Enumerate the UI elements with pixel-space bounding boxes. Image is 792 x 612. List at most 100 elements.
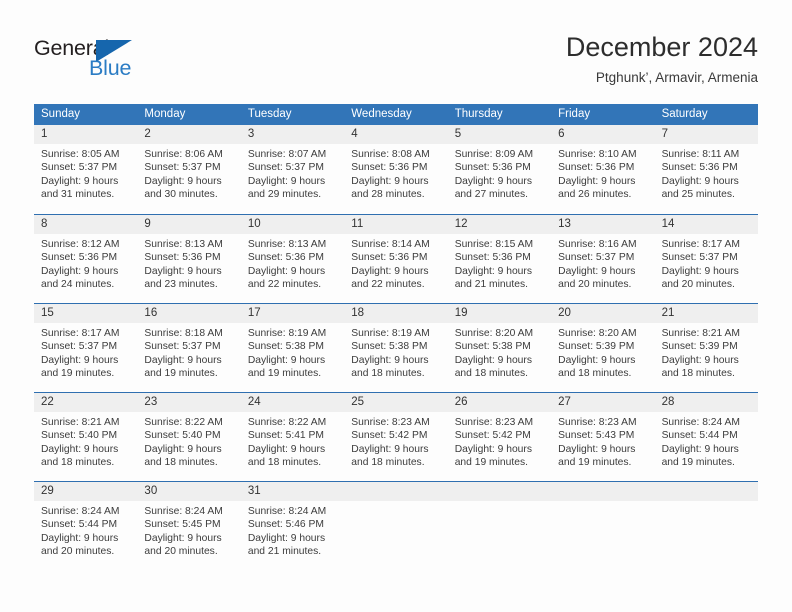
day-detail-line: and 24 minutes. xyxy=(41,279,115,291)
calendar-day-cell[interactable]: 5 Sunrise: 8:09 AM Sunset: 5:36 PM Daylight… xyxy=(447,125,552,214)
day-details: Sunrise: 8:24 AM Sunset: 5:45 PM Daylight:… xyxy=(137,501,240,559)
calendar-day-cell[interactable]: 17 Sunrise: 8:19 AM Sunset: 5:38 PM Dayligh… xyxy=(240,304,345,392)
calendar-day-cell[interactable]: 22 Sunrise: 8:21 AM Sunset: 5:40 PM Dayligh… xyxy=(34,393,138,481)
day-detail-line: Sunset: 5:44 PM xyxy=(41,519,118,531)
day-number: 4 xyxy=(351,128,358,140)
calendar-day-cell[interactable]: 29 Sunrise: 8:24 AM Sunset: 5:44 PM Dayligh… xyxy=(34,482,138,570)
day-detail-line: Daylight: 9 hours xyxy=(661,175,739,187)
calendar-day-cell[interactable]: 4 Sunrise: 8:08 AM Sunset: 5:36 PM Daylight… xyxy=(344,125,448,214)
day-number-band: 5 xyxy=(447,125,552,144)
day-detail-line: Sunrise: 8:24 AM xyxy=(41,506,120,517)
calendar-day-cell[interactable]: 12 Sunrise: 8:15 AM Sunset: 5:36 PM Dayligh… xyxy=(447,215,552,303)
calendar-day-cell[interactable]: 24 Sunrise: 8:22 AM Sunset: 5:41 PM Dayligh… xyxy=(240,393,345,481)
day-detail-line: Daylight: 9 hours xyxy=(144,443,222,455)
day-number-band: 14 xyxy=(654,215,758,234)
day-detail-line: Sunrise: 8:15 AM xyxy=(454,239,534,250)
day-details xyxy=(448,501,551,505)
day-detail-line: Daylight: 9 hours xyxy=(144,354,222,366)
day-number-band: 11 xyxy=(344,215,448,234)
calendar-day-cell[interactable]: 13 Sunrise: 8:16 AM Sunset: 5:37 PM Dayligh… xyxy=(551,215,655,303)
calendar-day-cell[interactable]: 11 Sunrise: 8:14 AM Sunset: 5:36 PM Dayligh… xyxy=(344,215,448,303)
day-detail-line: and 20 minutes. xyxy=(144,546,218,558)
calendar-day-cell[interactable]: 2 Sunrise: 8:06 AM Sunset: 5:37 PM Daylight… xyxy=(137,125,241,214)
day-detail-line: Daylight: 9 hours xyxy=(247,532,326,544)
calendar-day-cell[interactable]: 16 Sunrise: 8:18 AM Sunset: 5:37 PM Dayligh… xyxy=(137,304,241,392)
calendar-day-cell[interactable]: 31 Sunrise: 8:24 AM Sunset: 5:46 PM Dayligh… xyxy=(240,482,345,570)
day-number: 22 xyxy=(41,396,54,408)
day-details: Sunrise: 8:05 AM Sunset: 5:37 PM Daylight:… xyxy=(34,144,137,202)
calendar-day-cell[interactable]: 1 Sunrise: 8:05 AM Sunset: 5:37 PM Daylight… xyxy=(34,125,138,214)
day-details: Sunrise: 8:18 AM Sunset: 5:37 PM Daylight:… xyxy=(137,323,240,381)
calendar-day-cell[interactable]: 23 Sunrise: 8:22 AM Sunset: 5:40 PM Dayligh… xyxy=(137,393,241,481)
calendar-day-cell[interactable]: 28 Sunrise: 8:24 AM Sunset: 5:44 PM Dayligh… xyxy=(654,393,758,481)
day-detail-line: Sunset: 5:36 PM xyxy=(247,252,324,264)
calendar-day-cell[interactable]: 21 Sunrise: 8:21 AM Sunset: 5:39 PM Dayligh… xyxy=(654,304,758,392)
calendar-day-cell[interactable]: 9 Sunrise: 8:13 AM Sunset: 5:36 PM Daylight… xyxy=(137,215,241,303)
calendar-day-cell[interactable]: 19 Sunrise: 8:20 AM Sunset: 5:38 PM Dayligh… xyxy=(447,304,552,392)
calendar-weeks: 1 Sunrise: 8:05 AM Sunset: 5:37 PM Daylight… xyxy=(34,125,758,570)
day-detail-line: Sunset: 5:46 PM xyxy=(247,519,324,531)
page-title: December 2024 xyxy=(565,32,758,62)
day-detail-line: Sunrise: 8:19 AM xyxy=(351,328,430,339)
day-detail-line: Daylight: 9 hours xyxy=(247,265,326,277)
weekday-header-friday: Friday xyxy=(558,108,591,120)
day-detail-line: Sunset: 5:44 PM xyxy=(661,430,738,442)
calendar-day-cell[interactable]: 27 Sunrise: 8:23 AM Sunset: 5:43 PM Dayligh… xyxy=(551,393,655,481)
day-detail-line: Sunset: 5:36 PM xyxy=(558,162,635,174)
calendar-day-cell[interactable]: 25 Sunrise: 8:23 AM Sunset: 5:42 PM Dayligh… xyxy=(344,393,448,481)
day-number-band: 17 xyxy=(240,304,345,323)
day-number: 6 xyxy=(558,128,565,140)
day-detail-line: and 18 minutes. xyxy=(351,457,425,469)
day-detail-line: and 30 minutes. xyxy=(144,189,218,201)
day-details: Sunrise: 8:19 AM Sunset: 5:38 PM Daylight:… xyxy=(241,323,344,381)
day-detail-line: and 22 minutes. xyxy=(247,279,322,291)
day-detail-line: Daylight: 9 hours xyxy=(661,443,739,455)
day-detail-line: and 19 minutes. xyxy=(247,368,322,380)
calendar-day-cell[interactable]: 30 Sunrise: 8:24 AM Sunset: 5:45 PM Dayligh… xyxy=(137,482,241,570)
day-detail-line: Sunset: 5:39 PM xyxy=(558,341,635,353)
calendar-day-cell[interactable]: 3 Sunrise: 8:07 AM Sunset: 5:37 PM Daylight… xyxy=(240,125,345,214)
calendar-day-cell[interactable]: 18 Sunrise: 8:19 AM Sunset: 5:38 PM Dayligh… xyxy=(344,304,448,392)
day-details: Sunrise: 8:17 AM Sunset: 5:37 PM Daylight:… xyxy=(34,323,137,381)
day-details: Sunrise: 8:19 AM Sunset: 5:38 PM Daylight:… xyxy=(344,323,447,381)
day-number: 29 xyxy=(41,485,54,497)
day-detail-line: Daylight: 9 hours xyxy=(41,175,119,187)
day-number-band: 18 xyxy=(344,304,448,323)
calendar-day-cell[interactable]: 6 Sunrise: 8:10 AM Sunset: 5:36 PM Daylight… xyxy=(551,125,655,214)
day-detail-line: and 18 minutes. xyxy=(351,368,425,380)
day-detail-line: Daylight: 9 hours xyxy=(144,265,222,277)
day-detail-line: Sunset: 5:37 PM xyxy=(41,162,118,174)
day-detail-line: Sunset: 5:36 PM xyxy=(454,162,531,174)
day-detail-line: and 19 minutes. xyxy=(558,457,632,469)
day-number: 19 xyxy=(454,307,468,319)
day-detail-line: Sunset: 5:43 PM xyxy=(558,430,635,442)
day-detail-line: Sunset: 5:36 PM xyxy=(454,252,531,264)
day-details: Sunrise: 8:14 AM Sunset: 5:36 PM Daylight:… xyxy=(344,234,447,292)
day-detail-line: Daylight: 9 hours xyxy=(351,443,429,455)
day-number-band: 22 xyxy=(34,393,138,412)
day-detail-line: and 19 minutes. xyxy=(144,368,218,380)
general-blue-logo[interactable]: General Blue xyxy=(34,36,164,84)
day-detail-line: and 28 minutes. xyxy=(351,189,425,201)
day-number-band: 19 xyxy=(447,304,552,323)
calendar-day-cell[interactable]: 14 Sunrise: 8:17 AM Sunset: 5:37 PM Dayligh… xyxy=(654,215,758,303)
day-detail-line: and 22 minutes. xyxy=(351,279,425,291)
day-detail-line: Sunset: 5:37 PM xyxy=(144,341,221,353)
calendar-day-cell[interactable]: 8 Sunrise: 8:12 AM Sunset: 5:36 PM Daylight… xyxy=(34,215,138,303)
day-detail-line: Sunrise: 8:24 AM xyxy=(247,506,327,517)
weekday-header-row: Sunday Monday Tuesday Wednesday Thursday Frid… xyxy=(34,104,758,125)
day-detail-line: and 26 minutes. xyxy=(558,189,632,201)
calendar-day-cell[interactable]: 10 Sunrise: 8:13 AM Sunset: 5:36 PM Dayligh… xyxy=(240,215,345,303)
day-number: 3 xyxy=(247,128,255,140)
day-detail-line: Sunrise: 8:22 AM xyxy=(247,417,327,428)
calendar-day-cell[interactable]: 26 Sunrise: 8:23 AM Sunset: 5:42 PM Dayligh… xyxy=(447,393,552,481)
calendar-day-cell[interactable]: 15 Sunrise: 8:17 AM Sunset: 5:37 PM Dayligh… xyxy=(34,304,138,392)
day-detail-line: Sunrise: 8:20 AM xyxy=(454,328,534,339)
calendar-day-cell[interactable]: 7 Sunrise: 8:11 AM Sunset: 5:36 PM Daylight… xyxy=(654,125,758,214)
day-detail-line: Sunrise: 8:24 AM xyxy=(144,506,223,517)
day-detail-line: and 20 minutes. xyxy=(661,279,735,291)
day-number-band xyxy=(344,482,448,501)
day-detail-line: Sunrise: 8:18 AM xyxy=(144,328,223,339)
day-detail-line: Sunrise: 8:21 AM xyxy=(41,417,120,428)
calendar-day-cell[interactable]: 20 Sunrise: 8:20 AM Sunset: 5:39 PM Dayligh… xyxy=(551,304,655,392)
